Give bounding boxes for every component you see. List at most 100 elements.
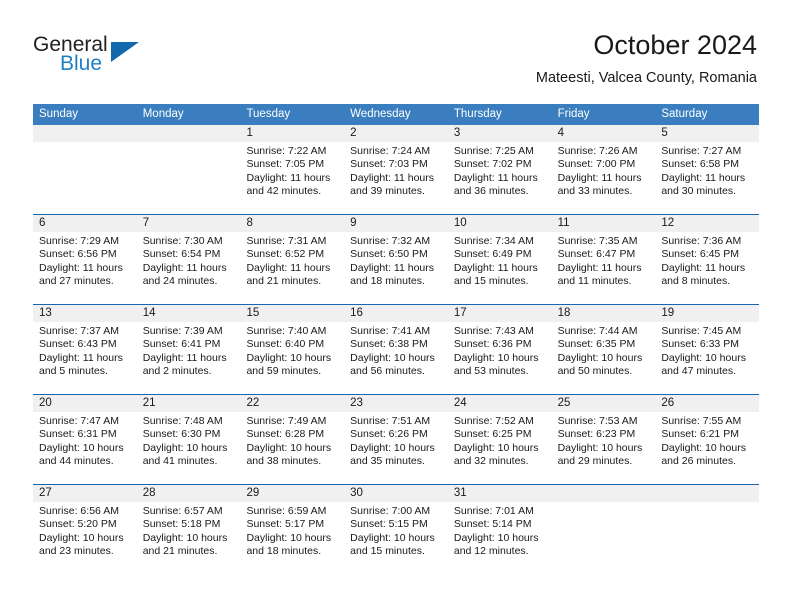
weekday-header-saturday: Saturday [661, 108, 708, 120]
title-block: October 2024 Mateesti, Valcea County, Ro… [536, 28, 757, 89]
day-info-line: Daylight: 10 hours [350, 531, 435, 544]
day-sun-info: Sunrise: 7:45 AM Sunset: 6:33 PM Daylight:… [655, 322, 759, 379]
day-info-line: and 44 minutes. [39, 455, 114, 468]
day-info-line: Sunrise: 7:39 AM [142, 325, 223, 337]
day-info-line: and 42 minutes. [246, 185, 322, 198]
day-info-line: Sunset: 6:23 PM [557, 428, 636, 441]
day-cell[interactable]: 25 Sunrise: 7:53 AM Sunset: 6:23 PM Dayligh… [551, 395, 656, 484]
triangle-icon [111, 42, 139, 62]
day-cell[interactable]: 31 Sunrise: 7:01 AM Sunset: 5:14 PM Dayligh… [447, 485, 552, 574]
day-cell[interactable]: 17 Sunrise: 7:43 AM Sunset: 6:36 PM Dayligh… [447, 305, 552, 394]
day-number: 18 [551, 305, 656, 322]
day-cell[interactable]: 6 Sunrise: 7:29 AM Sunset: 6:56 PM Daylight… [33, 215, 137, 304]
day-info-line: Daylight: 10 hours [39, 531, 124, 544]
day-info-line: Daylight: 11 hours [661, 261, 746, 274]
day-sun-info: Sunrise: 7:36 AM Sunset: 6:45 PM Daylight:… [655, 232, 759, 289]
day-sun-info: Sunrise: 7:49 AM Sunset: 6:28 PM Daylight:… [240, 412, 344, 469]
day-cell[interactable]: 24 Sunrise: 7:52 AM Sunset: 6:25 PM Dayligh… [447, 395, 552, 484]
day-number: 25 [551, 395, 656, 412]
day-info-line: and 12 minutes. [453, 545, 529, 558]
day-info-line: and 21 minutes. [246, 275, 322, 288]
day-cell[interactable]: 12 Sunrise: 7:36 AM Sunset: 6:45 PM Dayligh… [655, 215, 760, 304]
day-info-line: Sunrise: 7:41 AM [350, 325, 431, 337]
day-info-line: Sunset: 6:31 PM [39, 428, 117, 441]
day-number: 11 [551, 215, 656, 232]
day-cell[interactable]: 11 Sunrise: 7:35 AM Sunset: 6:47 PM Dayligh… [551, 215, 656, 304]
general-blue-logo[interactable]: General Blue [33, 33, 183, 81]
day-number: 15 [240, 305, 345, 322]
day-cell[interactable]: 1 Sunrise: 7:22 AM Sunset: 7:05 PM Daylight… [240, 125, 345, 214]
day-number: 23 [344, 395, 448, 412]
day-cell[interactable]: 16 Sunrise: 7:41 AM Sunset: 6:38 PM Dayligh… [344, 305, 448, 394]
day-info-line: and 18 minutes. [350, 275, 425, 288]
day-cell[interactable]: 19 Sunrise: 7:45 AM Sunset: 6:33 PM Dayligh… [655, 305, 760, 394]
day-info-line: Sunrise: 7:48 AM [142, 415, 223, 427]
day-sun-info: Sunrise: 7:22 AM Sunset: 7:05 PM Daylight:… [240, 142, 344, 199]
weekday-header-sunday: Sunday [39, 108, 79, 120]
day-info-line: and 41 minutes. [142, 455, 218, 468]
day-info-line: Sunset: 6:38 PM [350, 338, 428, 351]
day-info-line: and 50 minutes. [557, 365, 633, 378]
day-number: 22 [240, 395, 345, 412]
day-number [655, 485, 760, 502]
day-cell[interactable]: 21 Sunrise: 7:48 AM Sunset: 6:30 PM Dayligh… [136, 395, 241, 484]
day-number: 28 [136, 485, 241, 502]
day-cell[interactable]: 10 Sunrise: 7:34 AM Sunset: 6:49 PM Dayligh… [447, 215, 552, 304]
day-cell[interactable]: 7 Sunrise: 7:30 AM Sunset: 6:54 PM Daylight… [136, 215, 241, 304]
day-info-line: Sunrise: 7:55 AM [661, 415, 742, 427]
day-number: 20 [33, 395, 137, 412]
day-info-line: Daylight: 11 hours [39, 261, 123, 274]
day-cell[interactable]: 15 Sunrise: 7:40 AM Sunset: 6:40 PM Dayligh… [240, 305, 345, 394]
day-info-line: and 47 minutes. [661, 365, 737, 378]
day-info-line: Sunrise: 7:43 AM [453, 325, 534, 337]
day-info-line: Daylight: 11 hours [557, 261, 642, 274]
day-sun-info: Sunrise: 7:01 AM Sunset: 5:14 PM Daylight:… [448, 502, 552, 559]
day-cell[interactable]: 3 Sunrise: 7:25 AM Sunset: 7:02 PM Daylight… [447, 125, 552, 214]
day-cell[interactable]: 26 Sunrise: 7:55 AM Sunset: 6:21 PM Dayligh… [655, 395, 760, 484]
day-cell[interactable]: 22 Sunrise: 7:49 AM Sunset: 6:28 PM Dayligh… [240, 395, 345, 484]
day-sun-info: Sunrise: 7:53 AM Sunset: 6:23 PM Daylight:… [552, 412, 656, 469]
day-sun-info: Sunrise: 7:25 AM Sunset: 7:02 PM Daylight:… [448, 142, 552, 199]
day-cell[interactable]: 5 Sunrise: 7:27 AM Sunset: 6:58 PM Daylight… [655, 125, 760, 214]
day-sun-info: Sunrise: 7:47 AM Sunset: 6:31 PM Daylight:… [33, 412, 137, 469]
day-cell[interactable]: 28 Sunrise: 6:57 AM Sunset: 5:18 PM Dayligh… [136, 485, 241, 574]
day-info-line: Sunrise: 7:00 AM [350, 505, 431, 517]
day-info-line: Daylight: 10 hours [661, 441, 746, 454]
day-cell[interactable]: 14 Sunrise: 7:39 AM Sunset: 6:41 PM Dayligh… [136, 305, 241, 394]
day-cell[interactable]: 20 Sunrise: 7:47 AM Sunset: 6:31 PM Dayligh… [33, 395, 137, 484]
day-number: 24 [447, 395, 552, 412]
day-info-line: Sunset: 6:33 PM [661, 338, 739, 351]
day-cell-empty [136, 125, 241, 214]
day-info-line: and 53 minutes. [453, 365, 529, 378]
day-cell[interactable]: 13 Sunrise: 7:37 AM Sunset: 6:43 PM Dayligh… [33, 305, 137, 394]
day-info-line: and 21 minutes. [142, 545, 218, 558]
day-info-line: and 32 minutes. [453, 455, 529, 468]
day-cell[interactable]: 2 Sunrise: 7:24 AM Sunset: 7:03 PM Daylight… [344, 125, 448, 214]
day-info-line: Daylight: 10 hours [246, 351, 332, 364]
day-info-line: and 8 minutes. [661, 275, 731, 288]
day-number: 26 [655, 395, 760, 412]
day-cell[interactable]: 29 Sunrise: 6:59 AM Sunset: 5:17 PM Dayligh… [240, 485, 345, 574]
day-info-line: Daylight: 10 hours [246, 441, 332, 454]
day-info-line: and 15 minutes. [350, 545, 425, 558]
day-info-line: Sunset: 6:58 PM [661, 158, 739, 171]
calendar-week-row: 27 Sunrise: 6:56 AM Sunset: 5:20 PM Dayligh… [33, 484, 760, 574]
day-info-line: Daylight: 11 hours [453, 171, 538, 184]
day-info-line: Daylight: 10 hours [246, 531, 332, 544]
day-cell[interactable]: 30 Sunrise: 7:00 AM Sunset: 5:15 PM Dayligh… [344, 485, 448, 574]
day-info-line: Sunrise: 7:24 AM [350, 145, 431, 157]
day-info-line: Sunset: 6:50 PM [350, 248, 428, 261]
day-cell[interactable]: 4 Sunrise: 7:26 AM Sunset: 7:00 PM Daylight… [551, 125, 656, 214]
day-cell[interactable]: 18 Sunrise: 7:44 AM Sunset: 6:35 PM Dayligh… [551, 305, 656, 394]
day-cell[interactable]: 27 Sunrise: 6:56 AM Sunset: 5:20 PM Dayligh… [33, 485, 137, 574]
day-number: 8 [240, 215, 345, 232]
day-info-line: and 2 minutes. [142, 365, 212, 378]
day-number: 31 [447, 485, 552, 502]
day-info-line: Sunrise: 7:36 AM [661, 235, 742, 247]
day-cell[interactable]: 8 Sunrise: 7:31 AM Sunset: 6:52 PM Daylight… [240, 215, 345, 304]
day-sun-info: Sunrise: 7:31 AM Sunset: 6:52 PM Daylight:… [240, 232, 344, 289]
day-info-line: Daylight: 11 hours [142, 351, 227, 364]
day-cell[interactable]: 23 Sunrise: 7:51 AM Sunset: 6:26 PM Dayligh… [344, 395, 448, 484]
day-sun-info: Sunrise: 7:48 AM Sunset: 6:30 PM Daylight:… [137, 412, 241, 469]
day-cell[interactable]: 9 Sunrise: 7:32 AM Sunset: 6:50 PM Daylight… [344, 215, 448, 304]
